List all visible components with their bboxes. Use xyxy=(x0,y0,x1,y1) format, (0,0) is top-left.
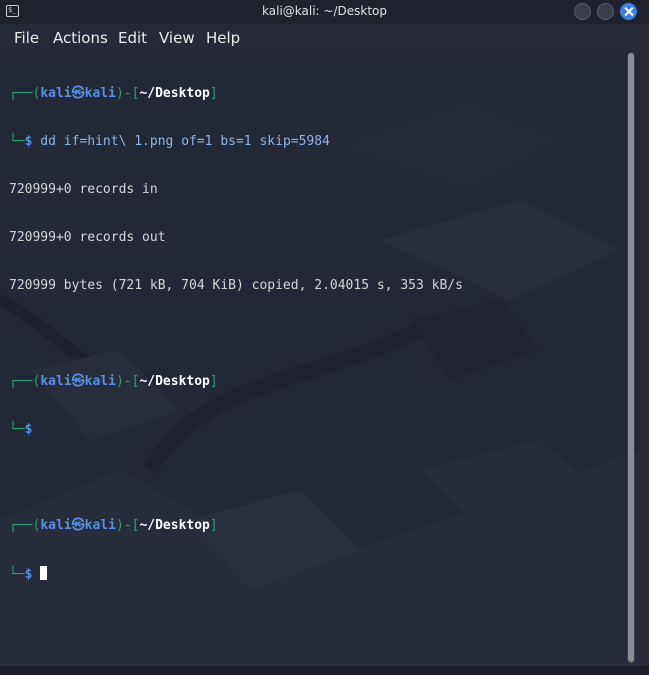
terminal-window: $_ kali@kali: ~/Desktop File Actions Edi… xyxy=(0,0,649,675)
close-button[interactable] xyxy=(620,3,637,20)
output-line: 720999+0 records in xyxy=(9,182,158,197)
window-bottom-edge xyxy=(0,666,649,675)
command-line: └─$ xyxy=(9,422,33,437)
command-line: └─$ xyxy=(9,566,463,582)
prompt-line: ┌──(kali㉿kali)-[~/Desktop] xyxy=(9,86,218,101)
output-line: 720999 bytes (721 kB, 704 KiB) copied, 2… xyxy=(9,278,463,293)
menu-file[interactable]: File xyxy=(14,29,39,47)
title-bar[interactable]: $_ kali@kali: ~/Desktop xyxy=(0,0,649,24)
command-text: dd if=hint\ 1.png of=1 bs=1 skip=5984 xyxy=(32,134,330,149)
minimize-button[interactable] xyxy=(574,3,591,20)
command-line: └─$ dd if=hint\ 1.png of=1 bs=1 skip=598… xyxy=(9,134,330,149)
text-cursor xyxy=(40,566,48,580)
window-title: kali@kali: ~/Desktop xyxy=(262,4,387,18)
maximize-button[interactable] xyxy=(597,3,614,20)
menu-actions[interactable]: Actions xyxy=(53,29,108,47)
prompt-line: ┌──(kali㉿kali)-[~/Desktop] xyxy=(9,518,218,533)
prompt-line: ┌──(kali㉿kali)-[~/Desktop] xyxy=(9,374,218,389)
menu-view[interactable]: View xyxy=(159,29,195,47)
menu-bar: File Actions Edit View Help xyxy=(0,24,649,50)
menu-edit[interactable]: Edit xyxy=(118,29,147,47)
menu-help[interactable]: Help xyxy=(206,29,240,47)
scrollbar-thumb[interactable] xyxy=(628,53,634,662)
output-line: 720999+0 records out xyxy=(9,230,166,245)
terminal-area[interactable]: ┌──(kali㉿kali)-[~/Desktop] └─$ dd if=hin… xyxy=(0,50,640,675)
